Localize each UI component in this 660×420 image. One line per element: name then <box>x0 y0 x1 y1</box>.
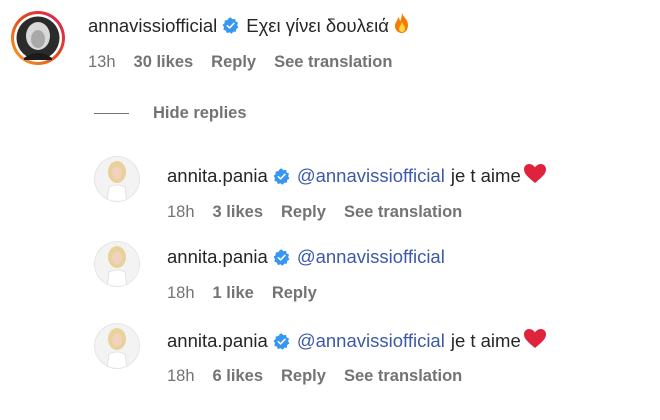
mention-link[interactable]: @annavissiofficial <box>297 330 445 352</box>
fire-icon <box>392 12 412 39</box>
reply-comment: annita.pania @annavissiofficial je t aim… <box>0 315 660 405</box>
username[interactable]: annita.pania <box>167 330 268 352</box>
verified-badge-icon <box>273 332 290 350</box>
avatar[interactable] <box>94 323 140 369</box>
hide-replies-button[interactable]: Hide replies <box>94 104 247 123</box>
verified-badge-icon <box>273 167 290 185</box>
username[interactable]: annavissiofficial <box>88 15 217 37</box>
reply-button[interactable]: Reply <box>281 203 326 222</box>
timestamp: 18h <box>167 367 195 385</box>
comment-line: annavissiofficial Εχει γίνει δουλειά <box>88 12 412 39</box>
comment-line: annita.pania @annavissiofficial <box>167 246 445 268</box>
reply-button[interactable]: Reply <box>211 53 256 72</box>
avatar[interactable] <box>94 241 140 287</box>
likes-count[interactable]: 1 like <box>213 284 254 303</box>
comment-text: je t aime <box>450 330 521 351</box>
timestamp: 18h <box>167 284 195 302</box>
username[interactable]: annita.pania <box>167 165 268 187</box>
likes-count[interactable]: 6 likes <box>213 367 263 386</box>
comment-meta: 13h 30 likes Reply See translation <box>88 53 410 72</box>
comment-text: Εχει γίνει δουλειά <box>246 14 389 36</box>
divider-line <box>94 113 129 114</box>
comment-meta: 18h 6 likes Reply See translation <box>167 367 480 386</box>
comment-line: annita.pania @annavissiofficial je t aim… <box>167 163 547 189</box>
likes-count[interactable]: 3 likes <box>213 203 263 222</box>
verified-badge-icon <box>273 248 290 266</box>
mention-link[interactable]: @annavissiofficial <box>297 246 445 268</box>
comment-meta: 18h 3 likes Reply See translation <box>167 203 480 222</box>
likes-count[interactable]: 30 likes <box>134 53 194 72</box>
comment-line: annita.pania @annavissiofficial je t aim… <box>167 328 547 354</box>
hide-replies-label: Hide replies <box>153 104 247 122</box>
heart-icon <box>523 163 547 189</box>
see-translation-button[interactable]: See translation <box>344 203 462 222</box>
timestamp: 13h <box>88 53 116 71</box>
timestamp: 18h <box>167 203 195 221</box>
comment-thread: annavissiofficial Εχει γίνει δουλειά 13h… <box>0 0 660 420</box>
mention-link[interactable]: @annavissiofficial <box>297 165 445 187</box>
see-translation-button[interactable]: See translation <box>274 53 392 72</box>
reply-button[interactable]: Reply <box>281 367 326 386</box>
reply-comment: annita.pania @annavissiofficial je t aim… <box>0 150 660 230</box>
avatar[interactable] <box>94 156 140 202</box>
reply-comment: annita.pania @annavissiofficial 18h 1 li… <box>0 235 660 315</box>
username[interactable]: annita.pania <box>167 246 268 268</box>
reply-button[interactable]: Reply <box>272 284 317 303</box>
top-comment: annavissiofficial Εχει γίνει δουλειά 13h… <box>0 0 660 90</box>
see-translation-button[interactable]: See translation <box>344 367 462 386</box>
avatar[interactable] <box>10 10 66 66</box>
verified-badge-icon <box>222 17 239 34</box>
heart-icon <box>523 328 547 354</box>
comment-text: je t aime <box>450 165 521 186</box>
comment-meta: 18h 1 like Reply <box>167 284 335 303</box>
